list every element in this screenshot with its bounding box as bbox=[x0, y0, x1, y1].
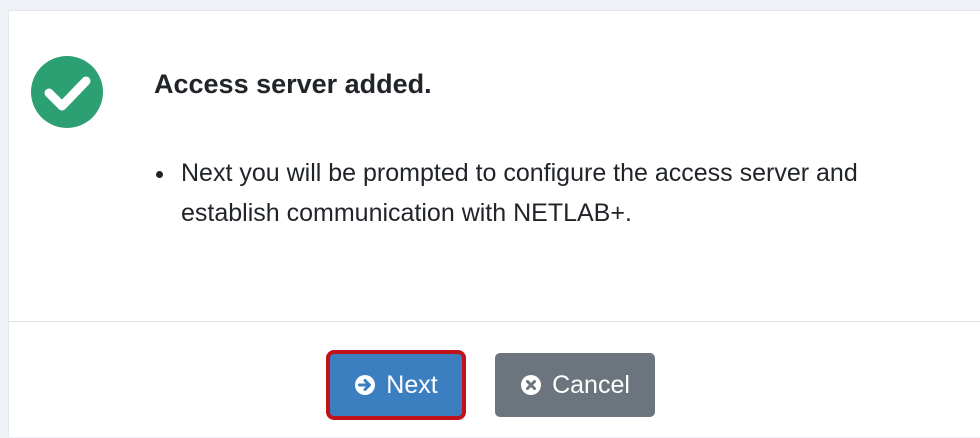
list-item: Next you will be prompted to configure t… bbox=[154, 153, 954, 233]
times-circle-icon bbox=[521, 375, 542, 395]
cancel-button-label: Cancel bbox=[552, 370, 630, 399]
bullet bbox=[156, 171, 163, 178]
cancel-button[interactable]: Cancel bbox=[495, 353, 655, 417]
message-list: Next you will be prompted to configure t… bbox=[154, 153, 954, 233]
next-button[interactable]: Next bbox=[326, 350, 466, 420]
dialog: Access server added. Next you will be pr… bbox=[8, 10, 980, 437]
arrow-circle-right-icon bbox=[355, 375, 376, 395]
dialog-title: Access server added. bbox=[154, 69, 432, 99]
check-circle-icon bbox=[31, 56, 103, 128]
message-text: Next you will be prompted to configure t… bbox=[181, 159, 858, 227]
next-button-label: Next bbox=[386, 370, 438, 399]
dialog-footer: Next Cancel bbox=[9, 322, 980, 438]
